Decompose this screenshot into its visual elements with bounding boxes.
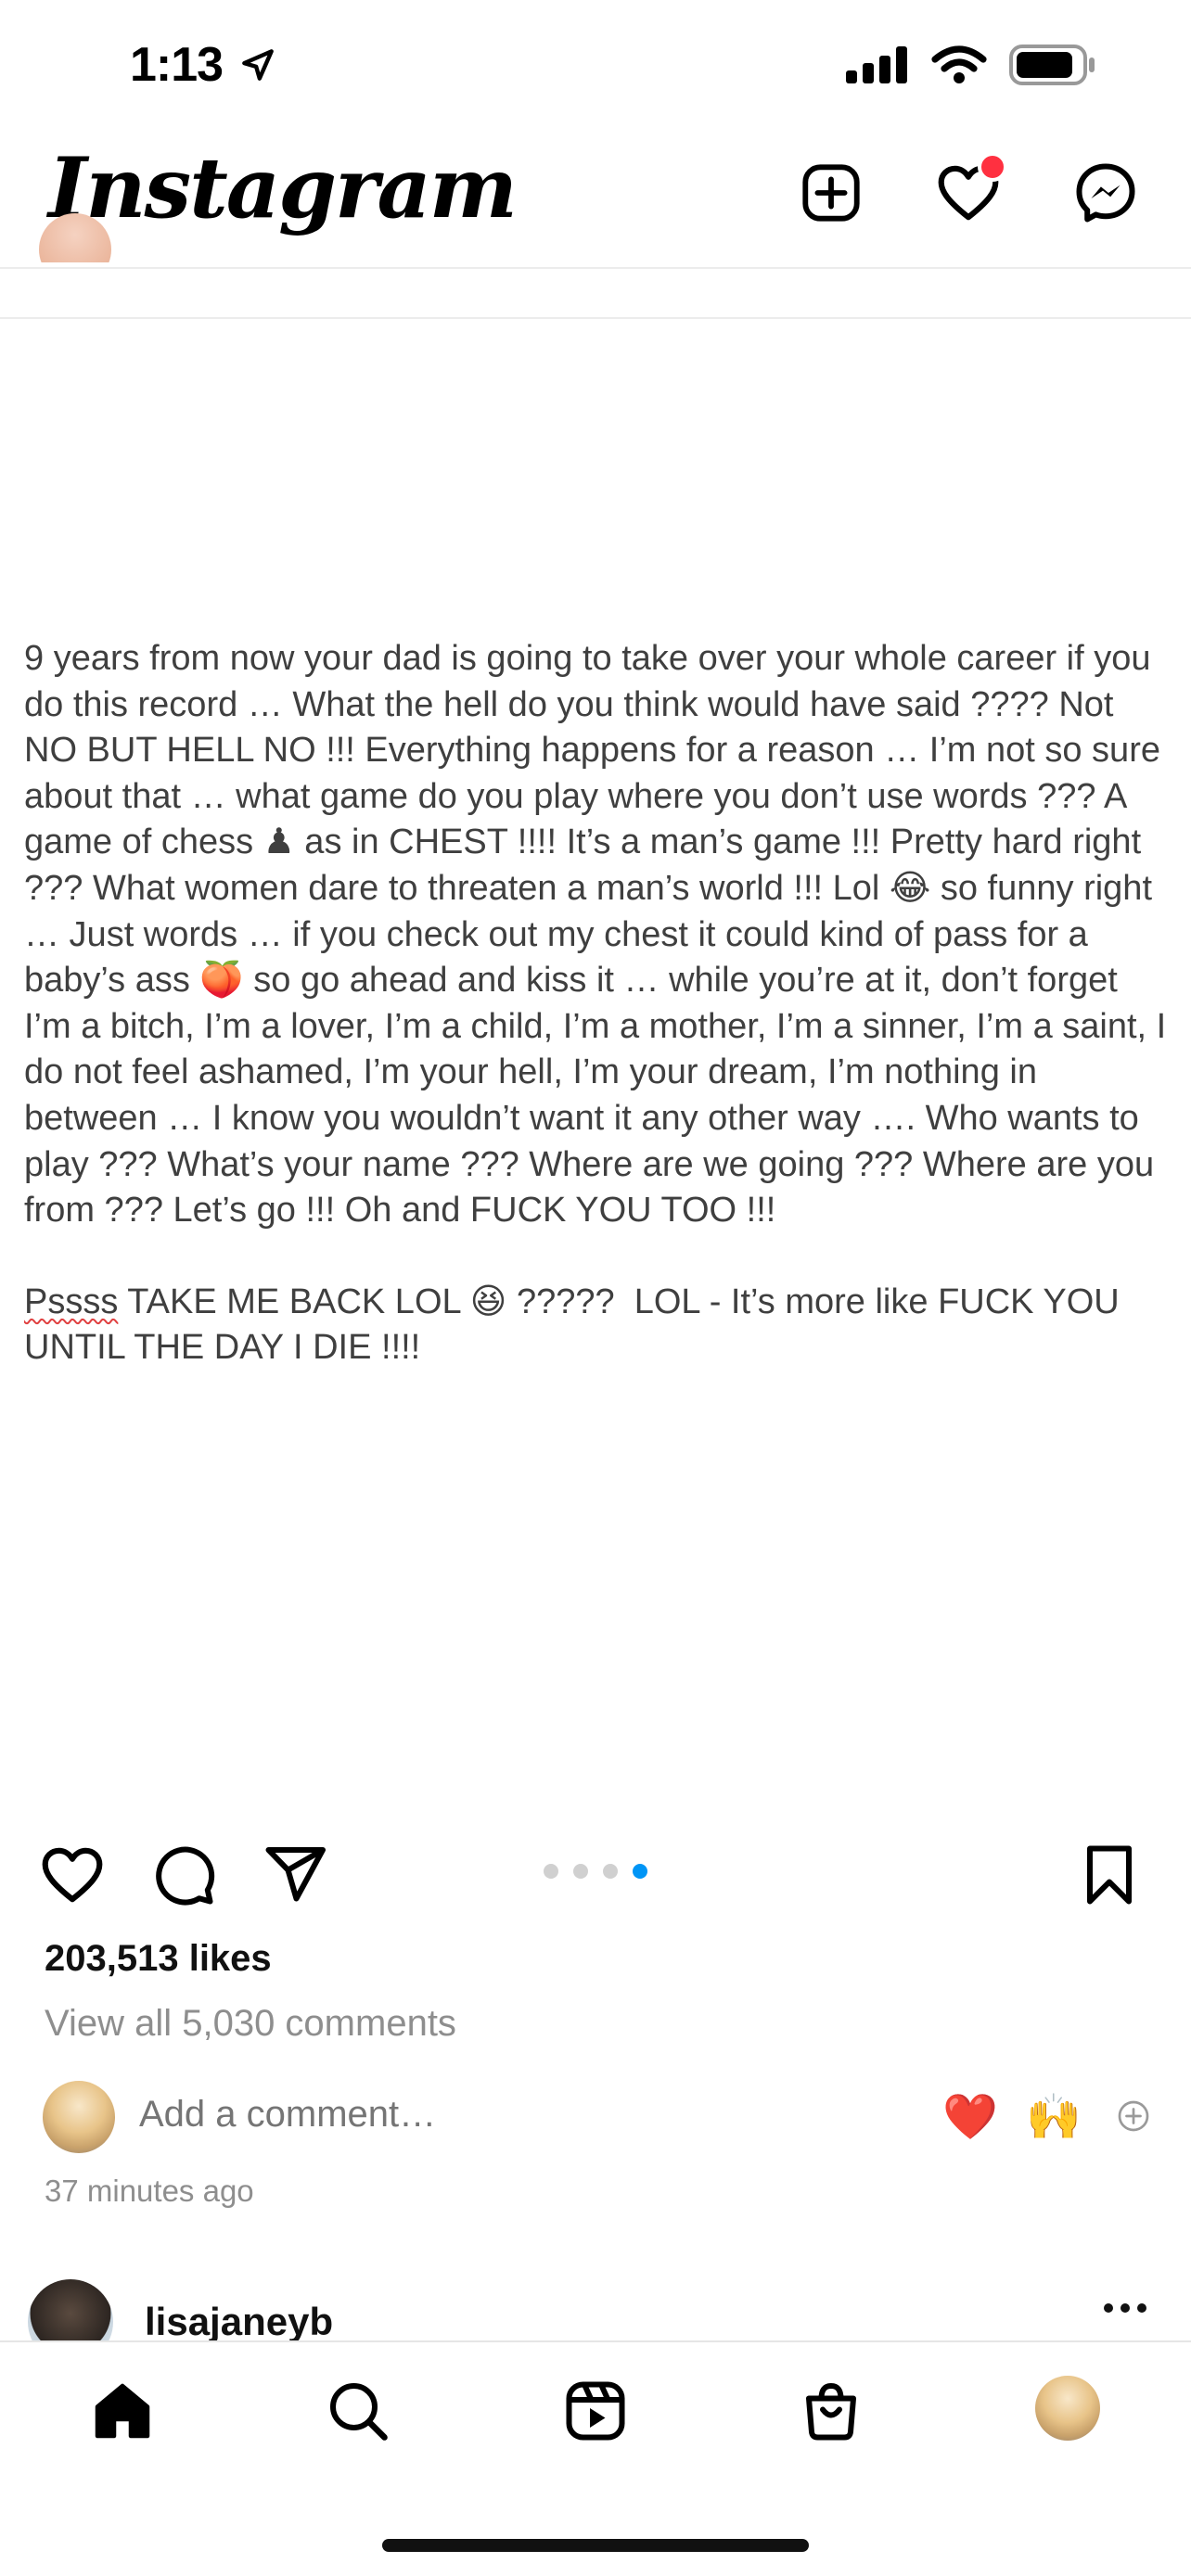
tab-reels[interactable] [560, 2376, 631, 2446]
carousel-dot-active [633, 1864, 647, 1879]
add-reaction-icon[interactable] [1117, 2099, 1150, 2133]
new-post-button[interactable] [796, 158, 866, 228]
notification-dot [978, 152, 1007, 182]
view-all-comments-link[interactable]: View all 5,030 comments [45, 2003, 456, 2045]
status-icons [846, 45, 1098, 85]
tab-search[interactable] [323, 2376, 393, 2446]
carousel-dot [573, 1864, 588, 1879]
new-post-icon [802, 164, 860, 222]
home-icon [95, 2383, 150, 2439]
post-author-avatar[interactable] [39, 213, 111, 262]
caption-paragraph-2-rest: TAKE ME BACK LOL 😆 ????? LOL - It’s more… [24, 1282, 1130, 1368]
like-button[interactable] [37, 1840, 108, 1910]
save-button[interactable] [1074, 1840, 1145, 1910]
header-divider [0, 267, 1191, 269]
current-user-avatar [43, 2081, 115, 2153]
home-indicator [382, 2539, 809, 2552]
tab-shop[interactable] [796, 2376, 866, 2446]
misspelled-word: Pssss [24, 1282, 119, 1321]
likes-count[interactable]: 203,513 likes [45, 1938, 272, 1980]
carousel-dot [603, 1864, 618, 1879]
quick-reaction-raised-hands[interactable]: 🙌 [1026, 2090, 1082, 2146]
next-post-username[interactable]: lisajaneyb [145, 2300, 333, 2344]
caption-paragraph: 9 years from now your dad is going to ta… [24, 639, 1176, 1231]
signal-icon [846, 46, 907, 83]
messenger-button[interactable] [1070, 158, 1141, 228]
comment-button[interactable] [148, 1840, 219, 1910]
tab-home[interactable] [87, 2376, 158, 2446]
activity-button[interactable] [933, 152, 1007, 228]
comment-icon [156, 1846, 215, 1906]
bookmark-icon [1087, 1845, 1132, 1905]
search-icon [330, 2383, 388, 2441]
messenger-icon [1076, 163, 1135, 223]
post-text-image: 9 years from now your dad is going to ta… [24, 636, 1167, 1371]
tab-profile-avatar[interactable] [1035, 2376, 1100, 2441]
quick-reaction-heart[interactable]: ❤️ [942, 2090, 998, 2146]
more-options-icon[interactable] [1104, 2303, 1146, 2313]
shop-icon [806, 2382, 856, 2441]
battery-icon [1009, 45, 1095, 85]
instagram-logo[interactable]: Instagram [48, 139, 518, 237]
post-header-divider [0, 317, 1191, 319]
carousel-indicator [544, 1864, 647, 1879]
carousel-dot [544, 1864, 558, 1879]
status-time: 1:13 [130, 38, 224, 92]
add-comment-input[interactable] [139, 2094, 788, 2136]
post-timestamp: 37 minutes ago [45, 2174, 254, 2208]
status-bar-time-group: 1:13 [130, 37, 278, 93]
reels-icon [566, 2381, 625, 2441]
location-arrow-icon [242, 49, 274, 81]
heart-icon [42, 1847, 103, 1903]
wifi-icon [931, 45, 987, 83]
send-icon [265, 1847, 326, 1902]
share-button[interactable] [260, 1840, 330, 1910]
caption-paragraph-2: Pssss TAKE ME BACK LOL 😆 ????? LOL - It’… [24, 1280, 1167, 1371]
